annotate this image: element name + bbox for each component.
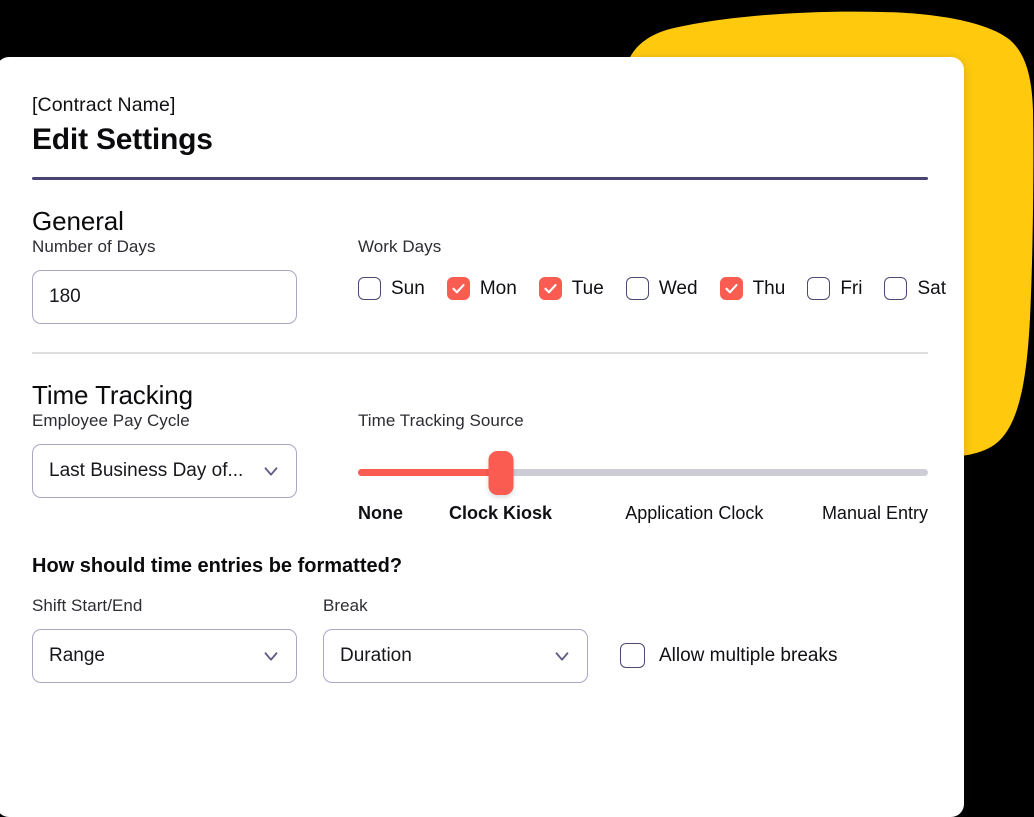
work-days-checkbox-row: Sun Mon Tue Wed Thu Fri Sat bbox=[358, 277, 946, 301]
format-fields-row: Shift Start/End Range Break Duration All… bbox=[32, 596, 928, 683]
pay-cycle-select[interactable]: Last Business Day of... bbox=[32, 443, 297, 498]
slider-option-manual-entry[interactable]: Manual Entry bbox=[822, 503, 928, 524]
work-day-checkbox-tue[interactable]: Tue bbox=[538, 277, 604, 301]
checkbox-box[interactable] bbox=[446, 277, 470, 301]
contract-name: [Contract Name] bbox=[32, 94, 176, 116]
chevron-down-icon bbox=[264, 652, 278, 661]
general-fields-row: Number of Days 180 Work Days Sun Mon Tue We… bbox=[32, 237, 946, 325]
section-heading-general: General bbox=[32, 206, 124, 237]
slider-option-clock-kiosk[interactable]: Clock Kiosk bbox=[449, 503, 552, 524]
settings-card: [Contract Name] Edit Settings General Nu… bbox=[0, 57, 964, 817]
time-tracking-row: Employee Pay Cycle Last Business Day of.… bbox=[32, 411, 928, 529]
format-question: How should time entries be formatted? bbox=[32, 554, 403, 577]
number-of-days-value[interactable]: 180 bbox=[49, 286, 81, 308]
pay-cycle-label: Employee Pay Cycle bbox=[32, 410, 190, 430]
section-divider bbox=[32, 352, 928, 354]
number-of-days-input-wrapper[interactable]: 180 bbox=[32, 270, 297, 325]
break-field: Break Duration bbox=[323, 596, 588, 683]
slider-option-application-clock[interactable]: Application Clock bbox=[625, 503, 763, 524]
slider-option-none[interactable]: None bbox=[358, 503, 403, 524]
work-day-checkbox-fri[interactable]: Fri bbox=[807, 277, 863, 301]
time-tracking-source-slider[interactable] bbox=[358, 450, 928, 497]
check-icon bbox=[452, 284, 465, 294]
chevron-down-icon bbox=[555, 652, 569, 661]
slider-thumb[interactable] bbox=[488, 450, 513, 495]
work-day-label: Mon bbox=[479, 277, 517, 299]
work-days-label: Work Days bbox=[358, 237, 442, 257]
number-of-days-field: Number of Days 180 bbox=[32, 237, 297, 325]
shift-start-end-label: Shift Start/End bbox=[32, 595, 143, 615]
work-day-checkbox-mon[interactable]: Mon bbox=[446, 277, 517, 301]
work-day-label: Sun bbox=[391, 277, 425, 299]
work-day-checkbox-thu[interactable]: Thu bbox=[719, 277, 786, 301]
chevron-down-icon bbox=[264, 467, 278, 476]
number-of-days-label: Number of Days bbox=[32, 237, 156, 257]
slider-tick-labels: None Clock Kiosk Application Clock Manual E… bbox=[358, 503, 928, 529]
checkbox-box[interactable] bbox=[620, 643, 645, 669]
pay-cycle-value: Last Business Day of... bbox=[49, 459, 244, 481]
check-icon bbox=[725, 284, 738, 294]
work-day-label: Wed bbox=[658, 277, 698, 299]
work-day-label: Fri bbox=[840, 277, 863, 299]
time-tracking-source-label: Time Tracking Source bbox=[358, 410, 524, 430]
break-select[interactable]: Duration bbox=[323, 628, 588, 683]
pay-cycle-field: Employee Pay Cycle Last Business Day of.… bbox=[32, 411, 297, 498]
checkbox-box[interactable] bbox=[884, 277, 908, 301]
allow-multiple-breaks-label: Allow multiple breaks bbox=[659, 644, 838, 666]
work-day-label: Tue bbox=[571, 277, 604, 299]
break-value: Duration bbox=[340, 644, 412, 666]
work-day-checkbox-sat[interactable]: Sat bbox=[884, 277, 946, 301]
break-label: Break bbox=[323, 595, 368, 615]
check-icon bbox=[544, 284, 557, 294]
work-day-checkbox-wed[interactable]: Wed bbox=[625, 277, 698, 301]
page-title: Edit Settings bbox=[32, 123, 213, 157]
header: [Contract Name] Edit Settings bbox=[32, 93, 928, 181]
section-heading-time-tracking: Time Tracking bbox=[32, 379, 193, 410]
checkbox-box[interactable] bbox=[807, 277, 831, 301]
work-day-label: Sat bbox=[917, 277, 946, 299]
shift-start-end-field: Shift Start/End Range bbox=[32, 596, 297, 683]
header-divider bbox=[32, 177, 928, 181]
work-day-label: Thu bbox=[752, 277, 786, 299]
checkbox-box[interactable] bbox=[538, 277, 562, 301]
time-tracking-source-field: Time Tracking Source None Clock Kiosk Appl… bbox=[358, 411, 928, 529]
slider-fill bbox=[358, 468, 501, 476]
checkbox-box[interactable] bbox=[719, 277, 743, 301]
work-day-checkbox-sun[interactable]: Sun bbox=[358, 277, 425, 301]
shift-start-end-select[interactable]: Range bbox=[32, 628, 297, 683]
work-days-field: Work Days Sun Mon Tue Wed Thu Fri Sat bbox=[358, 237, 946, 301]
checkbox-box[interactable] bbox=[625, 277, 649, 301]
checkbox-box[interactable] bbox=[358, 277, 381, 301]
shift-start-end-value: Range bbox=[49, 644, 105, 666]
allow-multiple-breaks-checkbox[interactable]: Allow multiple breaks bbox=[620, 629, 837, 683]
